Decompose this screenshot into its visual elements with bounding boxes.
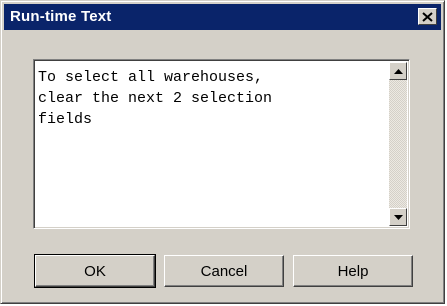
- close-icon: [422, 11, 433, 22]
- help-button[interactable]: Help: [293, 255, 413, 287]
- window-title: Run-time Text: [10, 8, 112, 25]
- scroll-up-button[interactable]: [389, 62, 407, 80]
- ok-button[interactable]: OK: [34, 254, 156, 288]
- title-bar[interactable]: Run-time Text: [4, 4, 441, 30]
- scroll-down-button[interactable]: [389, 208, 407, 226]
- text-content[interactable]: To select all warehouses, clear the next…: [38, 67, 376, 225]
- cancel-button[interactable]: Cancel: [164, 255, 284, 287]
- run-time-text-box[interactable]: To select all warehouses, clear the next…: [33, 59, 410, 229]
- vertical-scrollbar[interactable]: [389, 62, 407, 226]
- scroll-down-arrow-icon: [393, 214, 403, 220]
- close-button[interactable]: [418, 8, 437, 25]
- run-time-text-dialog: Run-time Text To select all warehouses, …: [0, 0, 445, 304]
- scroll-up-arrow-icon: [393, 68, 403, 74]
